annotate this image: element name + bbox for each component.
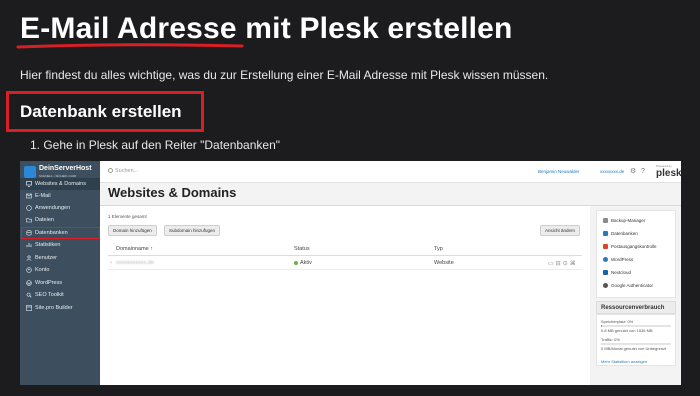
plesk-sidebar: DeinServerHost SCHNELL • SICHER • FAIR W… xyxy=(20,161,100,385)
plesk-screenshot: DeinServerHost SCHNELL • SICHER • FAIR W… xyxy=(20,161,681,385)
quick-link-label: Postausgangskontrolle xyxy=(611,244,657,249)
domain-list-panel: 1 Elemente gesamt Domain hinzufügen Subd… xyxy=(100,206,590,385)
traffic-value: 0 MB/Monat genutzt von Unbegrenzt xyxy=(601,346,667,351)
disk-usage-value: 0.8 MB genutzt von 1536 MB xyxy=(601,328,653,333)
plesk-main: Websites & Domains 1 Elemente gesamt Dom… xyxy=(100,183,681,385)
add-subdomain-button[interactable]: Subdomain hinzufügen xyxy=(164,225,221,236)
quick-link-datenbanken[interactable]: Datenbanken xyxy=(603,231,638,237)
nav-item-statistiken[interactable]: Statistiken xyxy=(20,239,100,251)
section-title: Datenbank erstellen xyxy=(20,102,182,121)
subscription-selector[interactable]: xxxxxxxx.de xyxy=(600,169,624,174)
row-action-icons[interactable]: ▭⊟⊙⌘ xyxy=(548,260,578,267)
nav-label: Anwendungen xyxy=(35,205,71,211)
domain-name[interactable]: xxxxxxxxxxx.de xyxy=(116,260,154,266)
quick-link-label: Datenbanken xyxy=(611,231,638,236)
authenticator-icon xyxy=(603,283,608,289)
add-domain-button[interactable]: Domain hinzufügen xyxy=(108,225,157,236)
quick-link-wordpress[interactable]: WordPress xyxy=(603,257,634,263)
quick-link-google-authenticator[interactable]: Google Authenticator xyxy=(603,283,654,289)
element-count: 1 Elemente gesamt xyxy=(108,214,147,219)
mail-control-icon xyxy=(603,244,608,250)
plesk-brand-text: plesk xyxy=(656,168,681,179)
traffic-bar xyxy=(601,343,671,345)
nav-label: WordPress xyxy=(35,280,63,286)
nav-label: Websites & Domains xyxy=(35,181,86,187)
change-view-button[interactable]: Ansicht ändern xyxy=(540,225,581,236)
search-input[interactable]: Suchen... xyxy=(108,168,138,174)
intro-text: Hier findest du alles wichtige, was du z… xyxy=(20,68,549,82)
nav-item-seo-toolkit[interactable]: SEO Toolkit xyxy=(20,289,100,301)
plesk-topbar: Suchen... Benjamin Neuwalder xxxxxxxx.de… xyxy=(100,161,681,183)
status-label: Aktiv xyxy=(300,260,312,266)
apps-icon xyxy=(26,205,32,211)
title-underline-mark xyxy=(16,43,244,49)
disk-usage-label: Speicherplatz: 0% xyxy=(601,319,634,324)
quick-link-label: Google Authenticator xyxy=(611,283,654,288)
traffic-label: Traffic: 0% xyxy=(601,337,620,342)
nav-item-websites-domains[interactable]: Websites & Domains xyxy=(20,178,100,190)
nav-label: SEO Toolkit xyxy=(35,292,64,298)
quick-link-label: Nextcloud xyxy=(611,270,632,275)
mail-icon xyxy=(26,193,32,199)
quick-link-nextcloud[interactable]: Nextcloud xyxy=(603,270,632,276)
resources-title: Ressourcenverbrauch xyxy=(596,301,676,314)
column-header-type[interactable]: Typ xyxy=(434,246,443,252)
expand-chevron-icon[interactable]: › xyxy=(110,260,112,266)
account-icon xyxy=(26,267,32,273)
type-cell: Website xyxy=(434,260,454,266)
settings-icon[interactable]: ⚙ xyxy=(630,168,637,175)
quick-link-outgoing-mail[interactable]: Postausgangskontrolle xyxy=(603,244,657,250)
folder-icon xyxy=(26,218,32,223)
column-header-status[interactable]: Status xyxy=(294,246,310,252)
backup-icon xyxy=(603,218,608,224)
wordpress-icon xyxy=(603,257,608,263)
plesk-logo: Powered by plesk xyxy=(656,164,681,180)
quick-link-label: Backup-Manager xyxy=(611,218,646,223)
nav-label: Benutzer xyxy=(35,255,58,261)
nav-item-dateien[interactable]: Dateien xyxy=(20,214,100,226)
resources-panel: Speicherplatz: 0% 0.8 MB genutzt von 153… xyxy=(596,314,676,366)
disk-usage-bar xyxy=(601,325,671,327)
quick-links-panel: Backup-Manager Datenbanken Postausgangsk… xyxy=(596,210,676,298)
seo-icon xyxy=(26,292,32,298)
disk-usage-fill xyxy=(601,325,602,327)
nav-label: Dateien xyxy=(35,217,54,223)
chart-icon xyxy=(26,243,32,247)
nav-item-benutzer[interactable]: Benutzer xyxy=(20,252,100,264)
nav-item-anwendungen[interactable]: Anwendungen xyxy=(20,202,100,214)
search-icon xyxy=(108,168,113,174)
logo-title: DeinServerHost xyxy=(39,165,92,172)
quick-link-label: WordPress xyxy=(611,257,634,262)
nav-item-site-pro-builder[interactable]: Site.pro Builder xyxy=(20,302,100,314)
user-icon xyxy=(26,255,32,261)
nav-label: Konto xyxy=(35,267,50,273)
monitor-icon xyxy=(26,181,32,187)
builder-icon xyxy=(26,305,32,311)
help-icon[interactable]: ? xyxy=(641,168,648,175)
status-cell: Aktiv xyxy=(294,260,312,266)
column-header-domain[interactable]: Domainname ↑ xyxy=(116,246,153,252)
nav-label: E-Mail xyxy=(35,193,51,199)
plesk-logo-brand: DeinServerHost SCHNELL • SICHER • FAIR xyxy=(24,165,98,179)
nav-item-konto[interactable]: Konto xyxy=(20,264,100,276)
database-icon xyxy=(603,231,608,237)
nextcloud-icon xyxy=(603,270,608,276)
nav-item-wordpress[interactable]: WordPress xyxy=(20,277,100,289)
step-1: 1. Gehe in Plesk auf den Reiter "Datenba… xyxy=(30,138,281,152)
search-placeholder: Suchen... xyxy=(115,168,139,174)
server-logo-icon xyxy=(24,166,36,178)
nav-label: Site.pro Builder xyxy=(35,305,73,311)
nav-label: Statistiken xyxy=(35,242,61,248)
wordpress-icon xyxy=(26,280,32,286)
more-statistics-link[interactable]: Mehr Statistiken anzeigen xyxy=(601,359,647,364)
nav-item-email[interactable]: E-Mail xyxy=(20,190,100,202)
main-heading: Websites & Domains xyxy=(108,185,237,200)
datenbanken-highlight-box xyxy=(21,227,100,239)
status-active-icon xyxy=(294,260,298,265)
quick-link-backup[interactable]: Backup-Manager xyxy=(603,218,646,224)
user-menu[interactable]: Benjamin Neuwalder xyxy=(538,169,580,174)
table-row[interactable]: › xxxxxxxxxxx.de Aktiv Website ▭⊟⊙⌘ xyxy=(108,256,582,270)
